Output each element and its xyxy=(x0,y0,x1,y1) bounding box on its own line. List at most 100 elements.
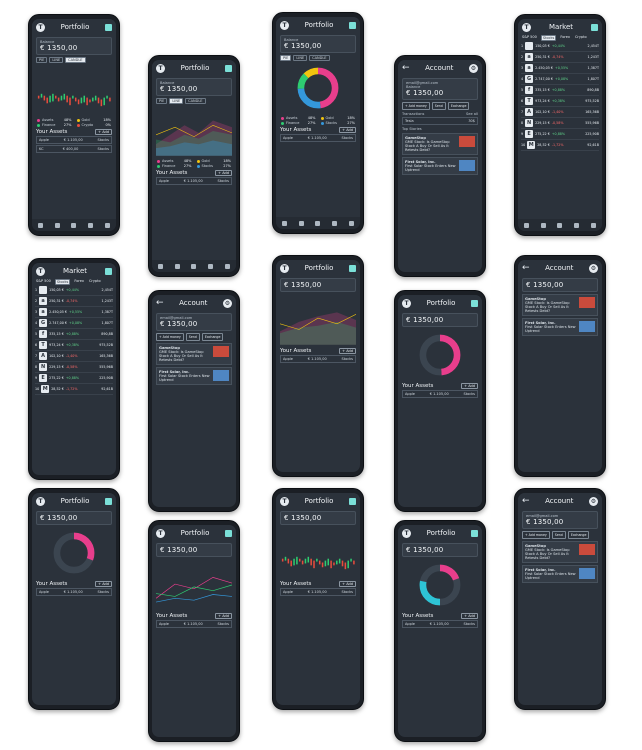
add-money-button[interactable]: + Add money xyxy=(402,102,430,110)
add-money-button[interactable]: + Add money xyxy=(522,531,550,539)
settings-icon[interactable]: ⚙ xyxy=(223,298,232,308)
nav-market-icon[interactable] xyxy=(557,222,563,228)
nav-chat-icon[interactable] xyxy=(349,220,355,226)
nav-chat-icon[interactable] xyxy=(105,222,111,228)
add-asset-button[interactable]: + Add xyxy=(215,170,232,176)
nav-trade-icon[interactable] xyxy=(54,222,60,228)
nav-portfolio-icon[interactable] xyxy=(281,220,287,226)
tab-candle[interactable]: CANDLE xyxy=(185,98,206,104)
add-asset-button[interactable]: + Add xyxy=(339,127,356,133)
market-row[interactable]: 2 a 250,31 € -0,74% 1,243T xyxy=(521,52,599,63)
nav-trade-icon[interactable] xyxy=(298,220,304,226)
asset-row[interactable]: Apple € 1.105,00 Stocks xyxy=(36,136,112,144)
wallet-icon[interactable] xyxy=(348,264,356,272)
send-button[interactable]: Send xyxy=(431,102,446,110)
asset-row[interactable]: Apple € 1.105,00 Stocks xyxy=(36,588,112,596)
wallet-icon[interactable] xyxy=(348,497,356,505)
wallet-icon[interactable] xyxy=(470,299,478,307)
back-arrow-icon[interactable]: ← xyxy=(522,263,530,273)
tab-stocks[interactable]: Stocks xyxy=(54,279,71,285)
nav-portfolio-icon[interactable] xyxy=(37,222,43,228)
app-logo[interactable]: T xyxy=(402,298,411,308)
wallet-icon[interactable] xyxy=(104,23,112,31)
news-card[interactable]: GameStop GME Stock: Is GameStop Stock A B… xyxy=(522,541,598,563)
transaction-row[interactable]: Tesla 30$ xyxy=(402,117,478,125)
app-logo[interactable]: T xyxy=(156,63,165,73)
nav-portfolio-icon[interactable] xyxy=(157,263,163,269)
asset-row[interactable]: KC € 400,00 Stocks xyxy=(36,145,112,153)
asset-row[interactable]: Apple € 1.105,00 Stocks xyxy=(402,390,478,398)
back-arrow-icon[interactable]: ← xyxy=(522,496,530,506)
nav-news-icon[interactable] xyxy=(208,263,214,269)
market-row[interactable]: 2 a 250,31 € -0,74% 1,243T xyxy=(35,296,113,307)
wallet-icon[interactable] xyxy=(105,267,112,275)
news-card[interactable]: First Solar, Inc. First Solar Stock Enter… xyxy=(156,367,232,385)
market-row[interactable]: 10 M 28,52 € -1,72% 92,61B xyxy=(35,384,113,395)
market-row[interactable]: 8 N 229,15 € -0,58% 555,96B xyxy=(35,362,113,373)
add-asset-button[interactable]: + Add xyxy=(339,581,356,587)
tab-sp500[interactable]: S&P 500 xyxy=(35,279,52,285)
asset-row[interactable]: Apple € 1.105,00 Stocks xyxy=(156,620,232,628)
tab-forex[interactable]: Forex xyxy=(559,35,571,41)
tab-pie[interactable]: PIE xyxy=(156,98,168,104)
tab-line[interactable]: LINE xyxy=(293,55,308,61)
tab-sp500[interactable]: S&P 500 xyxy=(521,35,538,41)
asset-row[interactable]: Apple € 1.105,00 Stocks xyxy=(156,177,232,185)
market-row[interactable]: 9 E 275,22 € +0,88% 225,90B xyxy=(521,129,599,140)
app-logo[interactable]: T xyxy=(36,496,45,506)
add-asset-button[interactable]: + Add xyxy=(461,613,478,619)
asset-row[interactable]: Apple € 1.105,00 Stocks xyxy=(280,355,356,363)
market-row[interactable]: 9 E 275,22 € +0,88% 225,90B xyxy=(35,373,113,384)
tab-candle[interactable]: CANDLE xyxy=(65,57,86,63)
wallet-icon[interactable] xyxy=(224,529,232,537)
news-card[interactable]: GameStop GME Stock: Is GameStop Stock A B… xyxy=(402,133,478,155)
see-all-link[interactable]: See all xyxy=(466,112,478,116)
asset-row[interactable]: Apple € 1.105,00 Stocks xyxy=(402,620,478,628)
nav-trade-icon[interactable] xyxy=(540,222,546,228)
nav-portfolio-icon[interactable] xyxy=(523,222,529,228)
news-card[interactable]: GameStop GME Stock: Is GameStop Stock A B… xyxy=(522,294,598,316)
exchange-button[interactable]: Exchange xyxy=(567,531,590,539)
tab-crypto[interactable]: Crypto xyxy=(88,279,102,285)
add-money-button[interactable]: + Add money xyxy=(156,333,184,341)
news-card[interactable]: GameStop GME Stock: Is GameStop Stock A B… xyxy=(156,343,232,365)
app-logo[interactable]: T xyxy=(280,496,289,506)
app-logo[interactable]: T xyxy=(36,266,45,276)
settings-icon[interactable]: ⚙ xyxy=(589,263,598,273)
news-card[interactable]: First Solar, Inc. First Solar Stock Enter… xyxy=(522,565,598,583)
tab-candle[interactable]: CANDLE xyxy=(309,55,330,61)
send-button[interactable]: Send xyxy=(185,333,200,341)
app-logo[interactable]: T xyxy=(280,263,289,273)
back-arrow-icon[interactable]: ← xyxy=(156,298,164,308)
market-row[interactable]: 8 N 229,15 € -0,58% 555,96B xyxy=(521,118,599,129)
tab-line[interactable]: LINE xyxy=(49,57,64,63)
app-logo[interactable]: T xyxy=(402,528,411,538)
nav-market-icon[interactable] xyxy=(71,222,77,228)
asset-row[interactable]: Apple € 1.105,00 Stocks xyxy=(280,588,356,596)
tab-forex[interactable]: Forex xyxy=(73,279,85,285)
app-logo[interactable]: T xyxy=(36,22,45,32)
tab-pie[interactable]: PIE xyxy=(280,55,292,61)
add-asset-button[interactable]: + Add xyxy=(339,348,356,354)
market-row[interactable]: 3 a 2.450,05 € +0,55% 1,387T xyxy=(521,63,599,74)
market-row[interactable]: 7 A 102,10 € -1,40% 165,36B xyxy=(35,351,113,362)
tab-pie[interactable]: PIE xyxy=(36,57,48,63)
market-row[interactable]: 3 a 2.450,05 € +0,55% 1,387T xyxy=(35,307,113,318)
app-logo[interactable]: T xyxy=(522,22,531,32)
add-asset-button[interactable]: + Add xyxy=(95,129,112,135)
nav-news-icon[interactable] xyxy=(88,222,94,228)
tab-line[interactable]: LINE xyxy=(169,98,184,104)
app-logo[interactable]: T xyxy=(280,20,289,30)
market-row[interactable]: 5 f 335,15 € +0,88% 890,8B xyxy=(35,329,113,340)
asset-row[interactable]: Apple € 1.105,00 Stocks xyxy=(280,134,356,142)
wallet-icon[interactable] xyxy=(224,64,232,72)
back-arrow-icon[interactable]: ← xyxy=(402,63,410,73)
market-row[interactable]: 7 A 102,10 € -1,40% 165,36B xyxy=(521,107,599,118)
tab-crypto[interactable]: Crypto xyxy=(574,35,588,41)
news-card[interactable]: First Solar, Inc. First Solar Stock Enter… xyxy=(402,157,478,175)
market-row[interactable]: 1 150,03 € +0,44% 2,454T xyxy=(35,285,113,296)
nav-market-icon[interactable] xyxy=(191,263,197,269)
wallet-icon[interactable] xyxy=(348,21,356,29)
wallet-icon[interactable] xyxy=(104,497,112,505)
market-row[interactable]: 1 150,03 € +0,44% 2,454T xyxy=(521,41,599,52)
